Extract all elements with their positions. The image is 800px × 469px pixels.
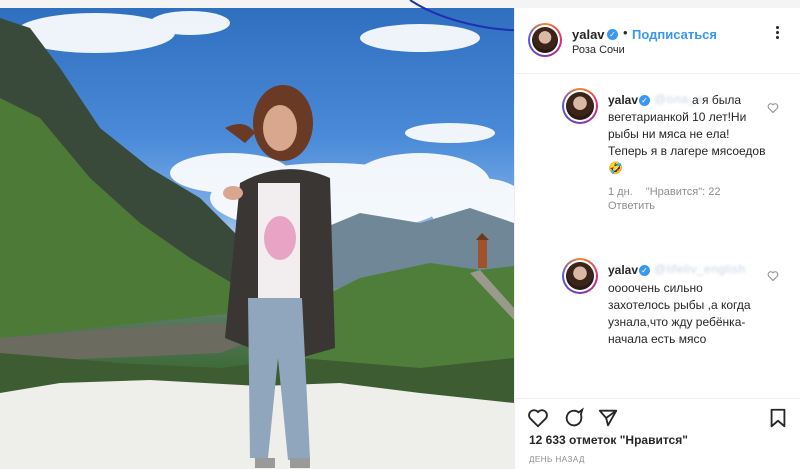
comment-avatar[interactable] xyxy=(562,88,598,124)
comment-text: оооочень сильно захотелось рыбы ,а когда… xyxy=(608,281,751,346)
post-date: ДЕНЬ НАЗАД xyxy=(529,455,585,464)
comment-meta: 1 дн. "Нравится": 22 xyxy=(608,186,721,198)
comment-icon[interactable] xyxy=(563,407,585,429)
post-photo[interactable] xyxy=(0,8,514,469)
reply-button[interactable]: Ответить xyxy=(608,200,655,212)
comment-mention[interactable]: @lifeliv_english xyxy=(654,262,746,276)
post-location[interactable]: Роза Сочи xyxy=(572,44,625,56)
more-dots-icon[interactable] xyxy=(770,26,784,40)
heart-outline-icon[interactable] xyxy=(767,270,779,282)
post-side-panel: yalav ✓ • Подписаться Роза Сочи yalav ✓ … xyxy=(514,8,800,469)
comment-age: 1 дн. xyxy=(608,186,633,198)
heart-outline-icon[interactable] xyxy=(527,407,549,429)
verified-badge-icon: ✓ xyxy=(639,265,650,276)
post-header: yalav ✓ • Подписаться Роза Сочи xyxy=(515,8,800,74)
comment-text: а я была вегетарианкой 10 лет!Ни рыбы ни… xyxy=(608,93,766,175)
follow-button[interactable]: Подписаться xyxy=(632,27,717,42)
post-actions-bar xyxy=(515,398,800,428)
share-icon[interactable] xyxy=(597,407,619,429)
photo-scene xyxy=(0,11,514,469)
verified-badge-icon: ✓ xyxy=(607,29,618,40)
author-username[interactable]: yalav xyxy=(572,27,605,42)
author-avatar[interactable] xyxy=(528,23,562,57)
comment-avatar[interactable] xyxy=(562,258,598,294)
comment-username[interactable]: yalav xyxy=(608,263,638,277)
comment-likes[interactable]: "Нравится": 22 xyxy=(646,186,721,198)
heart-outline-icon[interactable] xyxy=(767,102,779,114)
likes-count[interactable]: 12 633 отметок "Нравится" xyxy=(529,433,688,447)
separator-dot: • xyxy=(623,25,628,40)
bookmark-icon[interactable] xyxy=(767,407,789,429)
